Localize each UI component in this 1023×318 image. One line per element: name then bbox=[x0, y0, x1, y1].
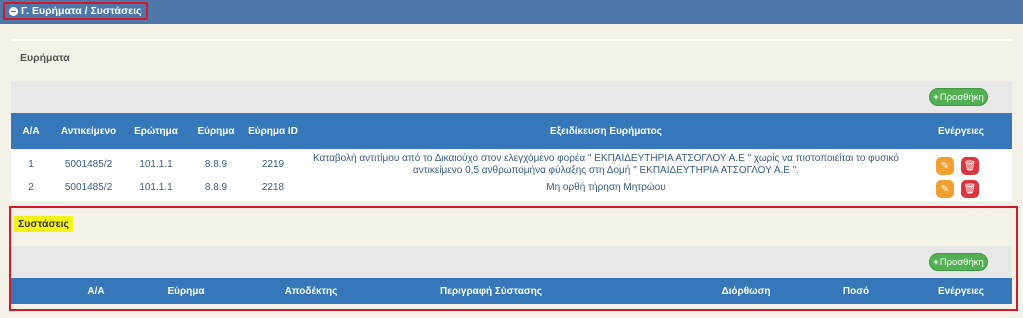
findings-table-header: Α/Α Αντικείμενο Ερώτημα Εύρημα Εύρημα ID… bbox=[11, 113, 1012, 149]
col-correction: Διόρθωση bbox=[721, 285, 771, 297]
col-amount: Ποσό bbox=[842, 285, 870, 297]
col-recommendation-description: Περιγραφή Σύστασης bbox=[439, 285, 542, 297]
delete-button[interactable]: 🗑 bbox=[961, 157, 979, 175]
delete-button[interactable]: 🗑 bbox=[961, 180, 979, 198]
plus-icon: + bbox=[933, 256, 939, 268]
divider bbox=[11, 39, 1012, 41]
section-header-bar: Γ. Ευρήματα / Συστάσεις bbox=[0, 0, 1023, 24]
col-actions: Ενέργειες bbox=[938, 125, 984, 137]
edit-button[interactable]: ✎ bbox=[936, 157, 954, 175]
section-title: Γ. Ευρήματα / Συστάσεις bbox=[21, 5, 142, 17]
col-detail: Εξειδίκευση Ευρήματος bbox=[550, 125, 662, 137]
col-recipient: Αποδέκτης bbox=[284, 285, 338, 297]
findings-table-body: 1 5001485/2 101.1.1 8.8.9 2219 Καταβολή … bbox=[11, 149, 1012, 201]
col-aa: Α/Α bbox=[22, 125, 40, 137]
edit-icon: ✎ bbox=[940, 160, 950, 172]
plus-icon: + bbox=[933, 91, 939, 103]
section-toggle-button[interactable]: Γ. Ευρήματα / Συστάσεις bbox=[3, 2, 149, 20]
col-actions: Ενέργειες bbox=[938, 285, 984, 297]
findings-title: Ευρήματα bbox=[20, 52, 70, 64]
minus-circle-icon bbox=[9, 6, 18, 16]
edit-button[interactable]: ✎ bbox=[936, 180, 954, 198]
col-finding-id: Εύρημα ID bbox=[248, 125, 298, 137]
table-row: 2 5001485/2 101.1.1 8.8.9 2218 Μη ορθή τ… bbox=[11, 179, 1012, 198]
col-question: Ερώτημα bbox=[134, 125, 178, 137]
recommendations-toolbar: + Προσθήκη bbox=[11, 246, 1012, 278]
edit-icon: ✎ bbox=[940, 183, 950, 195]
table-row: 1 5001485/2 101.1.1 8.8.9 2219 Καταβολή … bbox=[11, 152, 1012, 178]
trash-icon: 🗑 bbox=[963, 160, 977, 172]
col-finding: Εύρημα bbox=[167, 285, 205, 297]
col-aa: Α/Α bbox=[87, 285, 105, 297]
recommendations-table-header: Α/Α Εύρημα Αποδέκτης Περιγραφή Σύστασης … bbox=[11, 278, 1012, 304]
findings-toolbar: + Προσθήκη bbox=[11, 81, 1012, 113]
recommendations-title: Συστάσεις bbox=[14, 216, 73, 232]
col-finding: Εύρημα bbox=[197, 125, 235, 137]
add-recommendation-button[interactable]: + Προσθήκη bbox=[929, 253, 988, 271]
trash-icon: 🗑 bbox=[963, 183, 977, 195]
col-object: Αντικείμενο bbox=[60, 125, 117, 137]
add-finding-button[interactable]: + Προσθήκη bbox=[929, 88, 988, 106]
